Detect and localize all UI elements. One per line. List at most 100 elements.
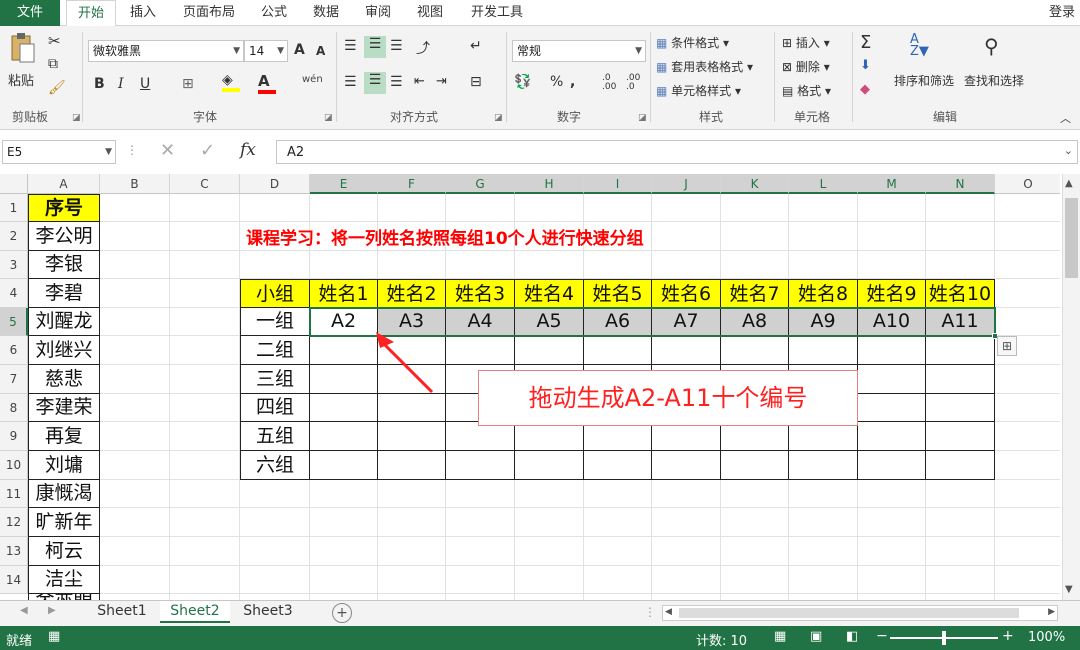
- accounting-format-icon[interactable]: 💱: [514, 74, 531, 90]
- tab-insert[interactable]: 插入: [120, 0, 166, 26]
- borders-icon[interactable]: ⊞: [182, 76, 194, 92]
- align-left-icon[interactable]: ☰: [344, 74, 357, 90]
- name-box[interactable]: E5 ▼: [2, 140, 116, 164]
- scroll-thumb[interactable]: [1065, 198, 1078, 278]
- shrink-font-button[interactable]: A: [316, 44, 325, 58]
- copy-icon[interactable]: ⧉: [48, 56, 58, 72]
- row-header[interactable]: 7: [0, 365, 28, 394]
- tab-review[interactable]: 审阅: [356, 0, 400, 26]
- tab-page-layout[interactable]: 页面布局: [174, 0, 244, 26]
- scroll-right-icon[interactable]: ▶: [1048, 607, 1055, 617]
- prev-sheet-icon[interactable]: ◀: [20, 605, 28, 616]
- italic-button[interactable]: I: [118, 76, 124, 92]
- column-header[interactable]: K: [721, 174, 789, 194]
- select-all-corner[interactable]: [0, 174, 28, 194]
- insert-function-icon[interactable]: fx: [240, 140, 256, 160]
- column-header[interactable]: D: [240, 174, 310, 194]
- splitter-icon[interactable]: ⋮: [644, 605, 656, 619]
- increase-indent-icon[interactable]: ⇥: [436, 74, 447, 89]
- cell[interactable]: [515, 451, 584, 480]
- cell[interactable]: [926, 451, 995, 480]
- tab-file[interactable]: 文件: [0, 0, 60, 26]
- cell[interactable]: [584, 451, 652, 480]
- row-header[interactable]: 10: [0, 451, 28, 480]
- group-cell[interactable]: 二组: [240, 336, 310, 365]
- formula-input[interactable]: A2 ⌄: [276, 140, 1078, 164]
- table-header-cell[interactable]: 姓名9: [858, 279, 926, 308]
- formula-cell[interactable]: A6: [584, 308, 652, 336]
- scroll-down-icon[interactable]: ▼: [1065, 584, 1073, 595]
- increase-decimal-icon[interactable]: .0.00: [602, 74, 616, 92]
- name-cell[interactable]: 刘墉: [28, 451, 100, 480]
- scroll-up-icon[interactable]: ▲: [1065, 178, 1073, 189]
- grow-font-button[interactable]: A: [294, 42, 305, 58]
- cell[interactable]: [858, 336, 926, 365]
- tab-home[interactable]: 开始: [66, 0, 116, 27]
- fill-icon[interactable]: ⬇: [860, 58, 871, 73]
- table-header-cell[interactable]: 姓名3: [446, 279, 515, 308]
- delete-cells-button[interactable]: ⊠ 删除 ▾: [782, 58, 830, 75]
- group-cell[interactable]: 一组: [240, 308, 310, 336]
- group-cell[interactable]: 三组: [240, 365, 310, 394]
- row-header[interactable]: 4: [0, 279, 28, 308]
- font-color-button[interactable]: A: [258, 72, 276, 94]
- formula-cell[interactable]: A8: [721, 308, 789, 336]
- cell[interactable]: [652, 422, 721, 451]
- format-cells-button[interactable]: ▤ 格式 ▾: [782, 82, 831, 99]
- cell[interactable]: [378, 451, 446, 480]
- fill-color-button[interactable]: ◈: [222, 72, 240, 92]
- table-header-cell[interactable]: 姓名7: [721, 279, 789, 308]
- cell[interactable]: [926, 394, 995, 422]
- column-header[interactable]: H: [515, 174, 584, 194]
- cell[interactable]: [584, 336, 652, 365]
- page-break-view-icon[interactable]: ◧: [846, 629, 858, 644]
- sheet-tab-3[interactable]: Sheet3: [236, 601, 300, 623]
- table-header-cell[interactable]: 姓名5: [584, 279, 652, 308]
- column-header[interactable]: E: [310, 174, 378, 194]
- cell[interactable]: [789, 451, 858, 480]
- cell[interactable]: [310, 451, 378, 480]
- name-cell[interactable]: 再复: [28, 422, 100, 451]
- tab-data[interactable]: 数据: [304, 0, 348, 26]
- row-header[interactable]: 13: [0, 537, 28, 566]
- column-header[interactable]: L: [789, 174, 858, 194]
- bold-button[interactable]: B: [94, 76, 105, 92]
- row-header[interactable]: 11: [0, 480, 28, 508]
- conditional-format-button[interactable]: ▦ 条件格式 ▾: [656, 34, 729, 51]
- name-cell[interactable]: 洁尘: [28, 566, 100, 594]
- cell[interactable]: [926, 365, 995, 394]
- paste-button[interactable]: [8, 32, 36, 66]
- formula-cell[interactable]: A4: [446, 308, 515, 336]
- align-bottom-icon[interactable]: ☰: [390, 38, 403, 54]
- cell[interactable]: [858, 365, 926, 394]
- horizontal-scrollbar[interactable]: ◀ ▶: [662, 605, 1058, 621]
- row-header[interactable]: 3: [0, 251, 28, 279]
- cell[interactable]: [446, 422, 515, 451]
- sort-filter-button[interactable]: 排序和筛选: [894, 72, 954, 89]
- underline-button[interactable]: U: [140, 76, 150, 92]
- spreadsheet-grid[interactable]: ABCDEFGHIJKLMNO 1 2 3 4 5 6 7 8 9 10 11 12 13 14 序号 李公…: [0, 174, 1060, 600]
- tab-formulas[interactable]: 公式: [252, 0, 296, 26]
- clipboard-launcher-icon[interactable]: ◪: [72, 113, 81, 123]
- table-header-cell[interactable]: 小组: [240, 279, 310, 308]
- column-header[interactable]: C: [170, 174, 240, 194]
- comma-style-icon[interactable]: ,: [570, 74, 575, 90]
- enter-icon[interactable]: ✓: [200, 140, 215, 161]
- cell[interactable]: [446, 451, 515, 480]
- name-cell[interactable]: 刘醒龙: [28, 308, 100, 336]
- sheet-tab-1[interactable]: Sheet1: [90, 601, 154, 623]
- name-cell[interactable]: 序号: [28, 194, 100, 222]
- cut-icon[interactable]: ✂: [48, 32, 61, 50]
- cell[interactable]: [515, 336, 584, 365]
- orientation-icon[interactable]: ⤴: [416, 38, 430, 58]
- cell[interactable]: [652, 336, 721, 365]
- name-cell[interactable]: 刘继兴: [28, 336, 100, 365]
- cell[interactable]: [310, 422, 378, 451]
- name-cell[interactable]: 李银: [28, 251, 100, 279]
- expand-formula-icon[interactable]: ⌄: [1064, 144, 1073, 157]
- cell[interactable]: [926, 422, 995, 451]
- row-header[interactable]: 12: [0, 508, 28, 537]
- autosum-icon[interactable]: Σ: [860, 32, 871, 53]
- number-format-select[interactable]: 常规 ▼: [512, 40, 646, 62]
- row-header[interactable]: 1: [0, 194, 28, 222]
